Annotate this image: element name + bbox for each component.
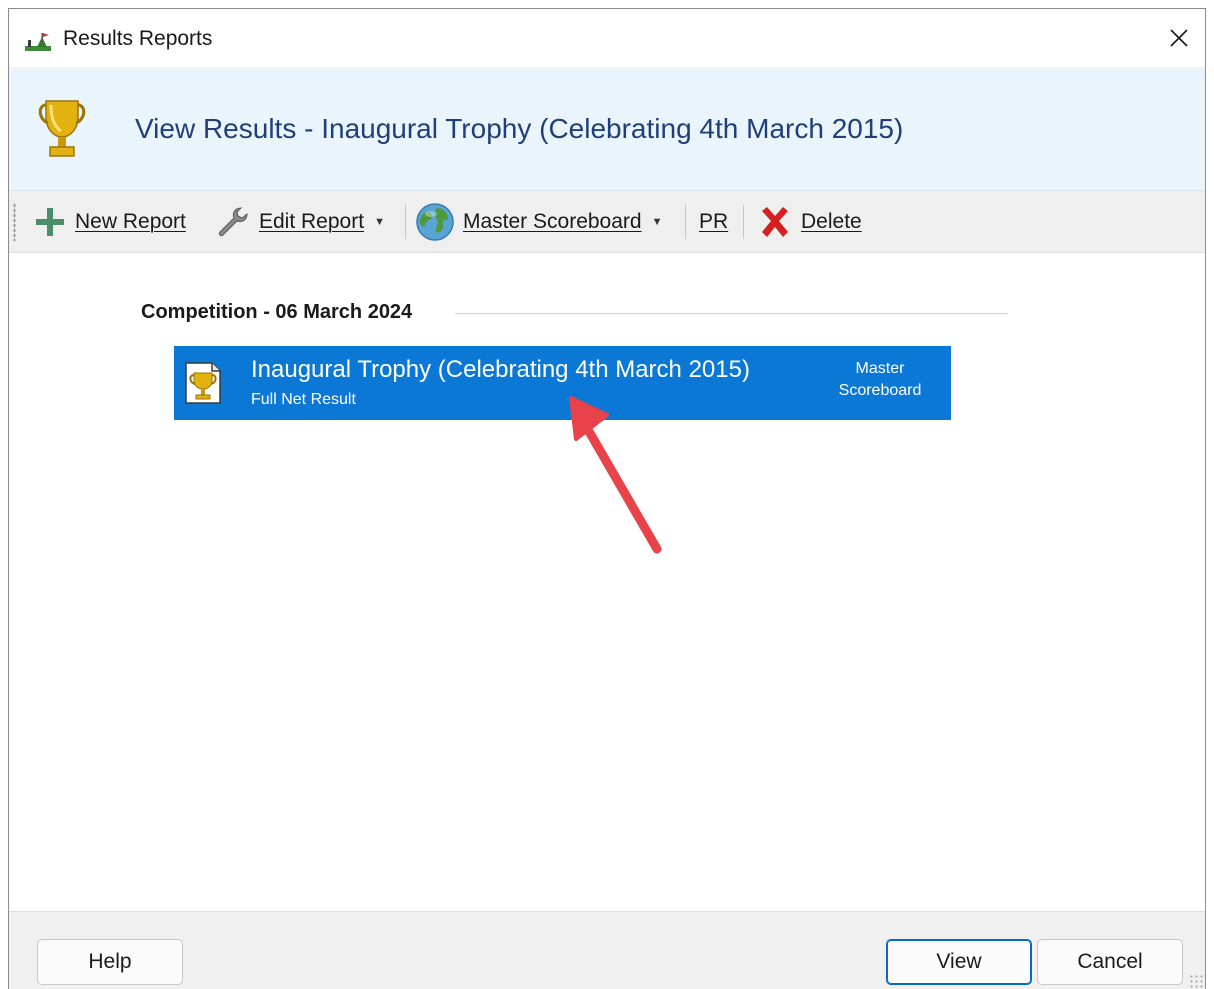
toolbar: New Report Edit Report ▼ Master Scoreboa… [9, 191, 1205, 253]
chevron-down-icon: ▼ [374, 216, 385, 228]
results-reports-dialog: Results Reports View Results - Inaugural… [8, 8, 1206, 989]
resize-grip[interactable] [1189, 974, 1203, 988]
help-button[interactable]: Help [37, 939, 183, 985]
group-heading: Competition - 06 March 2024 [141, 301, 413, 323]
globe-icon [416, 203, 454, 241]
close-button[interactable] [1153, 9, 1205, 67]
plus-icon [36, 208, 64, 236]
report-trophy-icon [185, 362, 221, 404]
report-type-line2: Scoreboard [838, 382, 922, 399]
app-icon [25, 33, 51, 51]
delete-label: Delete [801, 210, 862, 233]
dialog-heading: View Results - Inaugural Trophy (Celebra… [135, 113, 904, 144]
wrench-icon [218, 207, 248, 237]
pr-button[interactable]: PR [699, 201, 728, 243]
master-scoreboard-label: Master Scoreboard [463, 210, 642, 233]
new-report-label: New Report [75, 210, 186, 233]
chevron-down-icon: ▼ [651, 216, 663, 228]
annotation-arrow-icon [569, 396, 662, 554]
pr-label: PR [699, 210, 729, 233]
window-title: Results Reports [63, 27, 213, 50]
toolbar-separator [743, 205, 744, 239]
edit-report-button[interactable]: Edit Report ▼ [215, 201, 385, 243]
toolbar-separator [405, 205, 406, 239]
toolbar-separator [685, 205, 686, 239]
group-divider [455, 313, 1008, 314]
new-report-button[interactable]: New Report [33, 201, 186, 243]
toolbar-grip[interactable] [13, 203, 16, 241]
close-icon [1170, 29, 1188, 47]
title-bar: Results Reports [9, 9, 1205, 67]
report-subtitle: Full Net Result [251, 391, 356, 408]
master-scoreboard-button[interactable]: Master Scoreboard ▼ [415, 201, 662, 243]
delete-x-icon [762, 207, 788, 237]
report-type-line1: Master [855, 360, 905, 377]
delete-button[interactable]: Delete [757, 201, 862, 243]
reports-list: Competition - 06 March 2024 Inaugural Tr… [9, 253, 1205, 911]
cancel-button[interactable]: Cancel [1037, 939, 1183, 985]
view-button[interactable]: View [886, 939, 1032, 985]
report-title: Inaugural Trophy (Celebrating 4th March … [251, 356, 750, 383]
trophy-icon [38, 100, 86, 157]
edit-report-label: Edit Report [259, 210, 365, 233]
dialog-footer: Help View Cancel [9, 911, 1205, 989]
dialog-header: View Results - Inaugural Trophy (Celebra… [9, 67, 1205, 191]
report-type-tag: Master Scoreboard [824, 358, 936, 402]
